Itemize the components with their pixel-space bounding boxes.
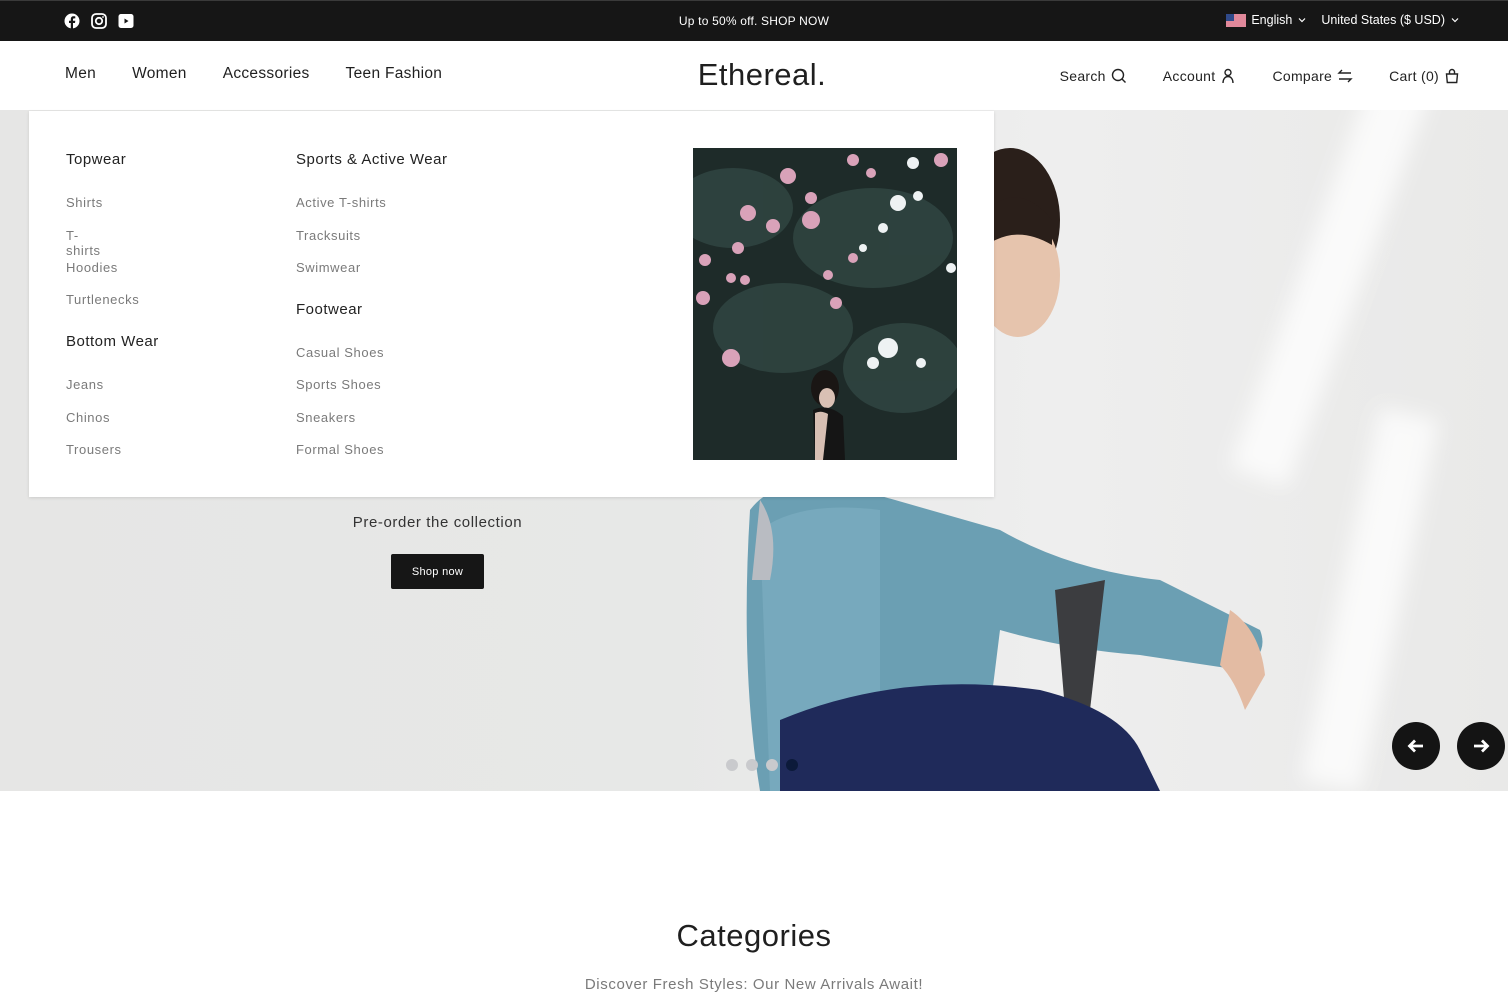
arrow-left-icon: [1407, 739, 1423, 753]
compare-arrows-icon: [1337, 69, 1353, 83]
shop-now-button[interactable]: Shop now: [391, 554, 484, 589]
language-label: English: [1251, 13, 1293, 27]
menu-heading-bottom-wear[interactable]: Bottom Wear: [66, 333, 159, 350]
flower-bush-photo: [693, 148, 957, 460]
menu-link-casual-shoes[interactable]: Casual Shoes: [296, 345, 384, 360]
shopping-bag-icon: [1445, 68, 1459, 84]
site-header: Men Women Accessories Teen Fashion Ether…: [0, 41, 1508, 110]
cart-button[interactable]: Cart (0): [1389, 68, 1460, 84]
menu-link-turtlenecks[interactable]: Turtlenecks: [66, 292, 139, 307]
menu-link-jeans[interactable]: Jeans: [66, 377, 104, 392]
mega-menu-men: Topwear Shirts T-shirts Hoodies Turtlene…: [29, 111, 994, 497]
menu-heading-footwear[interactable]: Footwear: [296, 301, 363, 318]
categories-heading: Categories: [676, 918, 832, 953]
menu-link-t-shirts[interactable]: T-shirts: [66, 228, 101, 258]
slide-dot-4-active[interactable]: [786, 759, 798, 771]
slide-dot-3[interactable]: [766, 759, 778, 771]
currency-label: United States ($ USD): [1321, 13, 1445, 27]
menu-heading-sports-active-wear[interactable]: Sports & Active Wear: [296, 151, 447, 168]
hero-subtitle: Pre-order the collection: [352, 514, 523, 531]
compare-button[interactable]: Compare: [1272, 68, 1353, 84]
menu-link-trousers[interactable]: Trousers: [66, 442, 122, 457]
menu-link-shirts[interactable]: Shirts: [66, 195, 103, 210]
slide-dot-1[interactable]: [726, 759, 738, 771]
announcement-bar: Up to 50% off. SHOP NOW English United S…: [0, 0, 1508, 41]
menu-link-sneakers[interactable]: Sneakers: [296, 410, 356, 425]
chevron-down-icon: [1451, 18, 1459, 23]
us-flag-icon: [1226, 13, 1247, 27]
menu-link-tracksuits[interactable]: Tracksuits: [296, 228, 361, 243]
locale-selectors: English United States ($ USD): [1226, 13, 1460, 27]
slider-pagination: [726, 759, 798, 771]
account-button[interactable]: Account: [1163, 68, 1237, 84]
account-label: Account: [1162, 68, 1216, 84]
search-button[interactable]: Search: [1060, 68, 1127, 84]
search-icon: [1111, 68, 1126, 83]
language-selector[interactable]: English: [1226, 13, 1307, 27]
header-actions: Search Account Compare Cart (0): [1060, 68, 1460, 84]
menu-link-formal-shoes[interactable]: Formal Shoes: [296, 442, 384, 457]
cart-label: Cart (0): [1389, 68, 1439, 84]
next-slide-button[interactable]: [1457, 722, 1505, 770]
menu-link-swimwear[interactable]: Swimwear: [296, 260, 361, 275]
menu-link-sports-shoes[interactable]: Sports Shoes: [296, 377, 381, 392]
currency-selector[interactable]: United States ($ USD): [1321, 13, 1460, 27]
menu-heading-topwear[interactable]: Topwear: [66, 151, 126, 168]
arrow-right-icon: [1474, 739, 1490, 753]
prev-slide-button[interactable]: [1392, 722, 1440, 770]
mega-menu-promo-image[interactable]: [693, 148, 957, 460]
search-label: Search: [1059, 68, 1106, 84]
menu-link-hoodies[interactable]: Hoodies: [66, 260, 118, 275]
slide-dot-2[interactable]: [746, 759, 758, 771]
user-icon: [1222, 68, 1235, 84]
menu-link-active-t-shirts[interactable]: Active T-shirts: [296, 195, 386, 210]
compare-label: Compare: [1272, 68, 1333, 84]
chevron-down-icon: [1298, 18, 1306, 23]
categories-subtitle: Discover Fresh Styles: Our New Arrivals …: [584, 976, 924, 993]
menu-link-chinos[interactable]: Chinos: [66, 410, 110, 425]
